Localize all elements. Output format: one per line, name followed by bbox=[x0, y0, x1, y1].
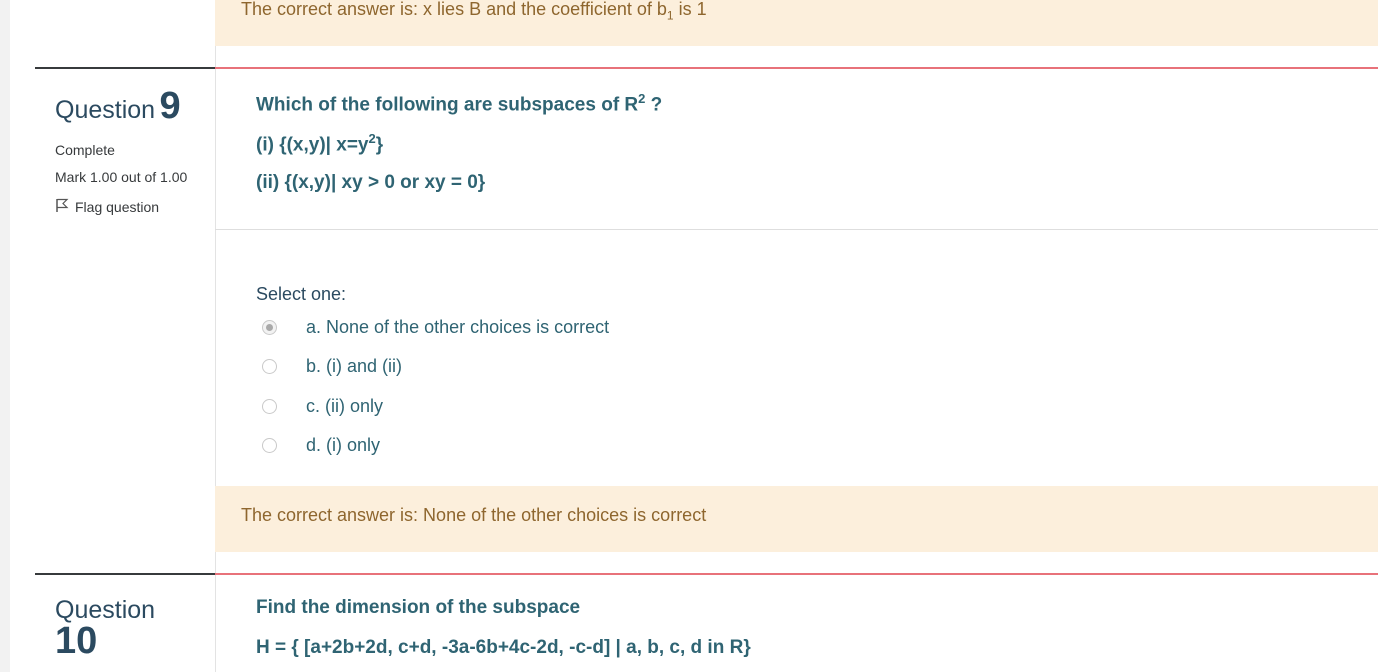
question-grade: Mark 1.00 out of 1.00 bbox=[55, 169, 188, 185]
answer-option-d[interactable]: d. (i) only bbox=[262, 435, 380, 456]
flag-question-label: Flag question bbox=[75, 199, 160, 215]
page-left-strip bbox=[0, 0, 10, 672]
question-text-line: H = { [a+2b+2d, c+d, -3a-6b+4c-2d, -c-d]… bbox=[256, 637, 751, 658]
question-number-value: 10 bbox=[55, 620, 98, 662]
question-text-line: (ii) {(x,y)| xy > 0 or xy = 0} bbox=[256, 172, 486, 193]
radio-button[interactable] bbox=[262, 359, 277, 374]
question-number-value: 9 bbox=[159, 85, 181, 127]
question-text-line: Find the dimension of the subspace bbox=[256, 597, 581, 618]
previous-question-feedback: The correct answer is: x lies B and the … bbox=[215, 0, 1378, 46]
answer-option-c[interactable]: c. (ii) only bbox=[262, 396, 383, 417]
question-text-divider bbox=[215, 229, 1378, 230]
question-info: Question 9 Complete Mark 1.00 out of 1.0… bbox=[55, 84, 205, 216]
flag-question-link[interactable]: Flag question bbox=[55, 198, 205, 216]
radio-button[interactable] bbox=[262, 438, 277, 453]
answer-option-label[interactable]: b. (i) and (ii) bbox=[306, 356, 402, 377]
question-text-line: Which of the following are subspaces of … bbox=[256, 91, 663, 116]
question-separator-left bbox=[35, 67, 215, 69]
question-text-line: (i) {(x,y)| x=y2} bbox=[256, 131, 384, 156]
radio-button[interactable] bbox=[262, 320, 277, 335]
answer-option-label[interactable]: d. (i) only bbox=[306, 435, 380, 456]
radio-button[interactable] bbox=[262, 399, 277, 414]
question-label: Question bbox=[55, 96, 156, 124]
question-number: Question 9 bbox=[55, 84, 205, 136]
feedback-subscript: 1 bbox=[666, 8, 674, 23]
question-info: Question 10 bbox=[55, 597, 205, 662]
answer-option-label[interactable]: c. (ii) only bbox=[306, 396, 383, 417]
question-state: Complete bbox=[55, 142, 115, 158]
correct-answer-feedback: The correct answer is: None of the other… bbox=[215, 486, 1378, 552]
answer-option-a[interactable]: a. None of the other choices is correct bbox=[262, 317, 609, 338]
flag-icon bbox=[55, 198, 69, 216]
question-separator-right bbox=[215, 573, 1378, 575]
question-separator-left bbox=[35, 573, 215, 575]
select-one-prompt: Select one: bbox=[256, 284, 347, 304]
answer-option-label[interactable]: a. None of the other choices is correct bbox=[306, 317, 609, 338]
question-separator-right bbox=[215, 67, 1378, 69]
feedback-text-end: is 1 bbox=[673, 0, 707, 19]
answer-option-b[interactable]: b. (i) and (ii) bbox=[262, 356, 402, 377]
feedback-text: The correct answer is: x lies B and the … bbox=[241, 0, 667, 19]
